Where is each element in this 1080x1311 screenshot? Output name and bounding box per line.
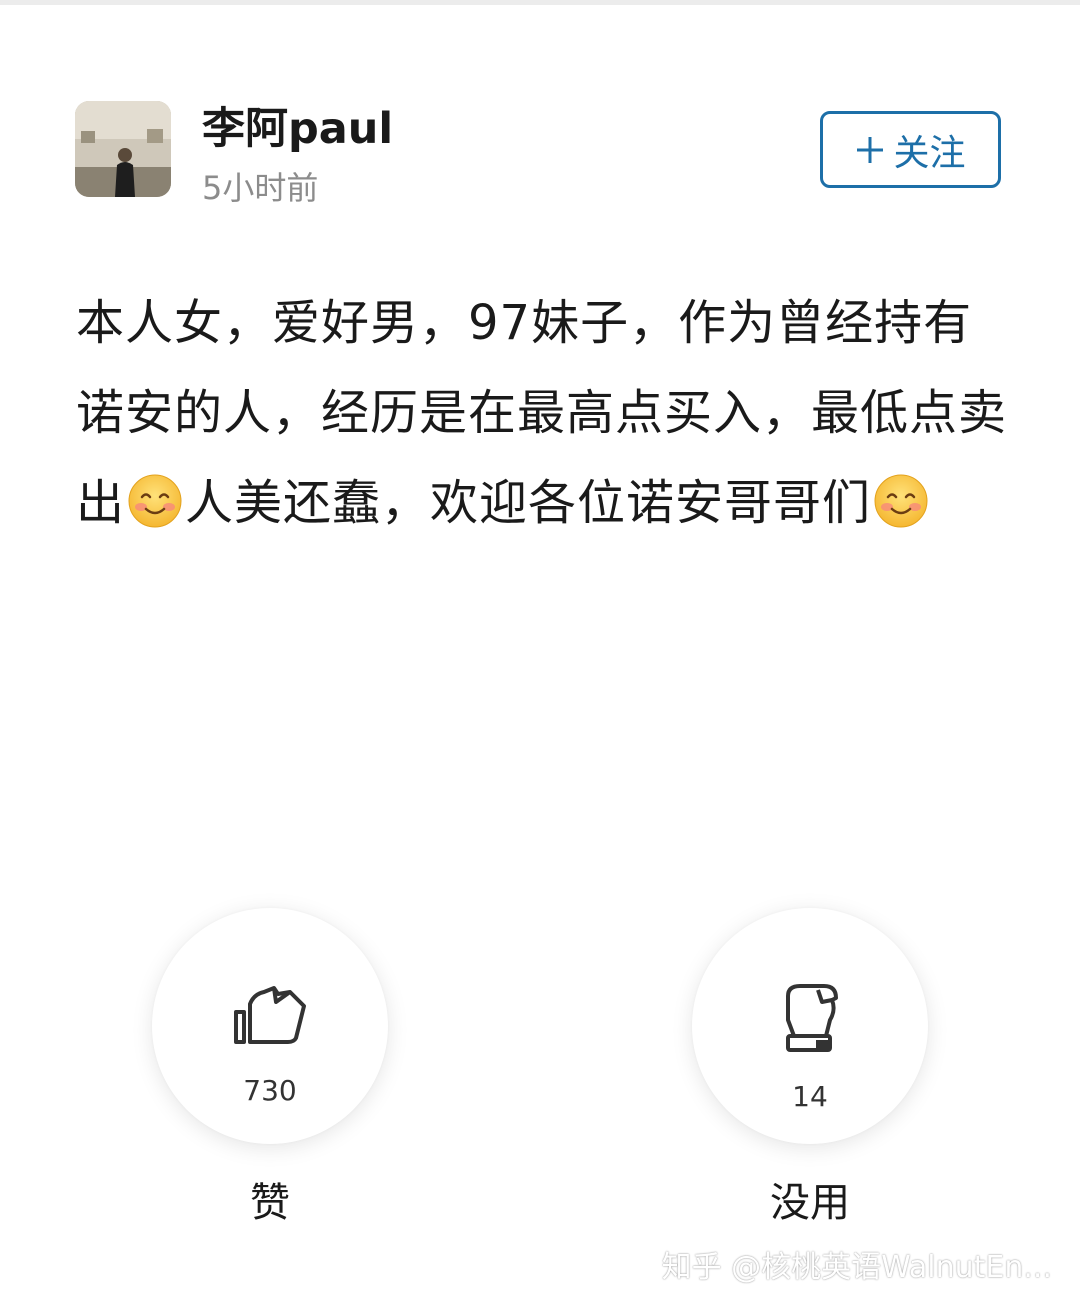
avatar[interactable] [75,101,171,197]
thumbs-up-icon [234,986,306,1044]
plus-icon [857,136,884,163]
watermark: 知乎 @核桃英语WalnutEn... [661,1250,1052,1285]
like-label: 赞 [250,1180,290,1226]
follow-button[interactable]: 关注 [820,111,1001,188]
author-name[interactable]: 李阿paul [202,94,393,156]
useless-label: 没用 [770,1180,850,1226]
like-button[interactable]: 730 [152,908,388,1144]
smiling-face-icon [128,474,182,528]
fist-icon [786,984,838,1052]
useless-count: 14 [792,1080,828,1113]
post-text-part-2: 人美还蠢，欢迎各位诺安哥哥们 [185,475,872,531]
post-body: 本人女，爱好男，97妹子，作为曾经持有诺安的人，经历是在最高点买入，最低点卖出 … [76,278,1011,548]
follow-label: 关注 [893,132,966,174]
answer-page: 李阿paul 5小时前 关注 本人女，爱好男，97妹子，作为曾经持有诺安的人，经… [0,0,1080,1311]
smiling-face-icon [874,474,928,528]
useless-button[interactable]: 14 [692,908,928,1144]
post-time: 5小时前 [202,169,319,207]
top-divider [0,0,1080,5]
like-count: 730 [243,1074,297,1107]
